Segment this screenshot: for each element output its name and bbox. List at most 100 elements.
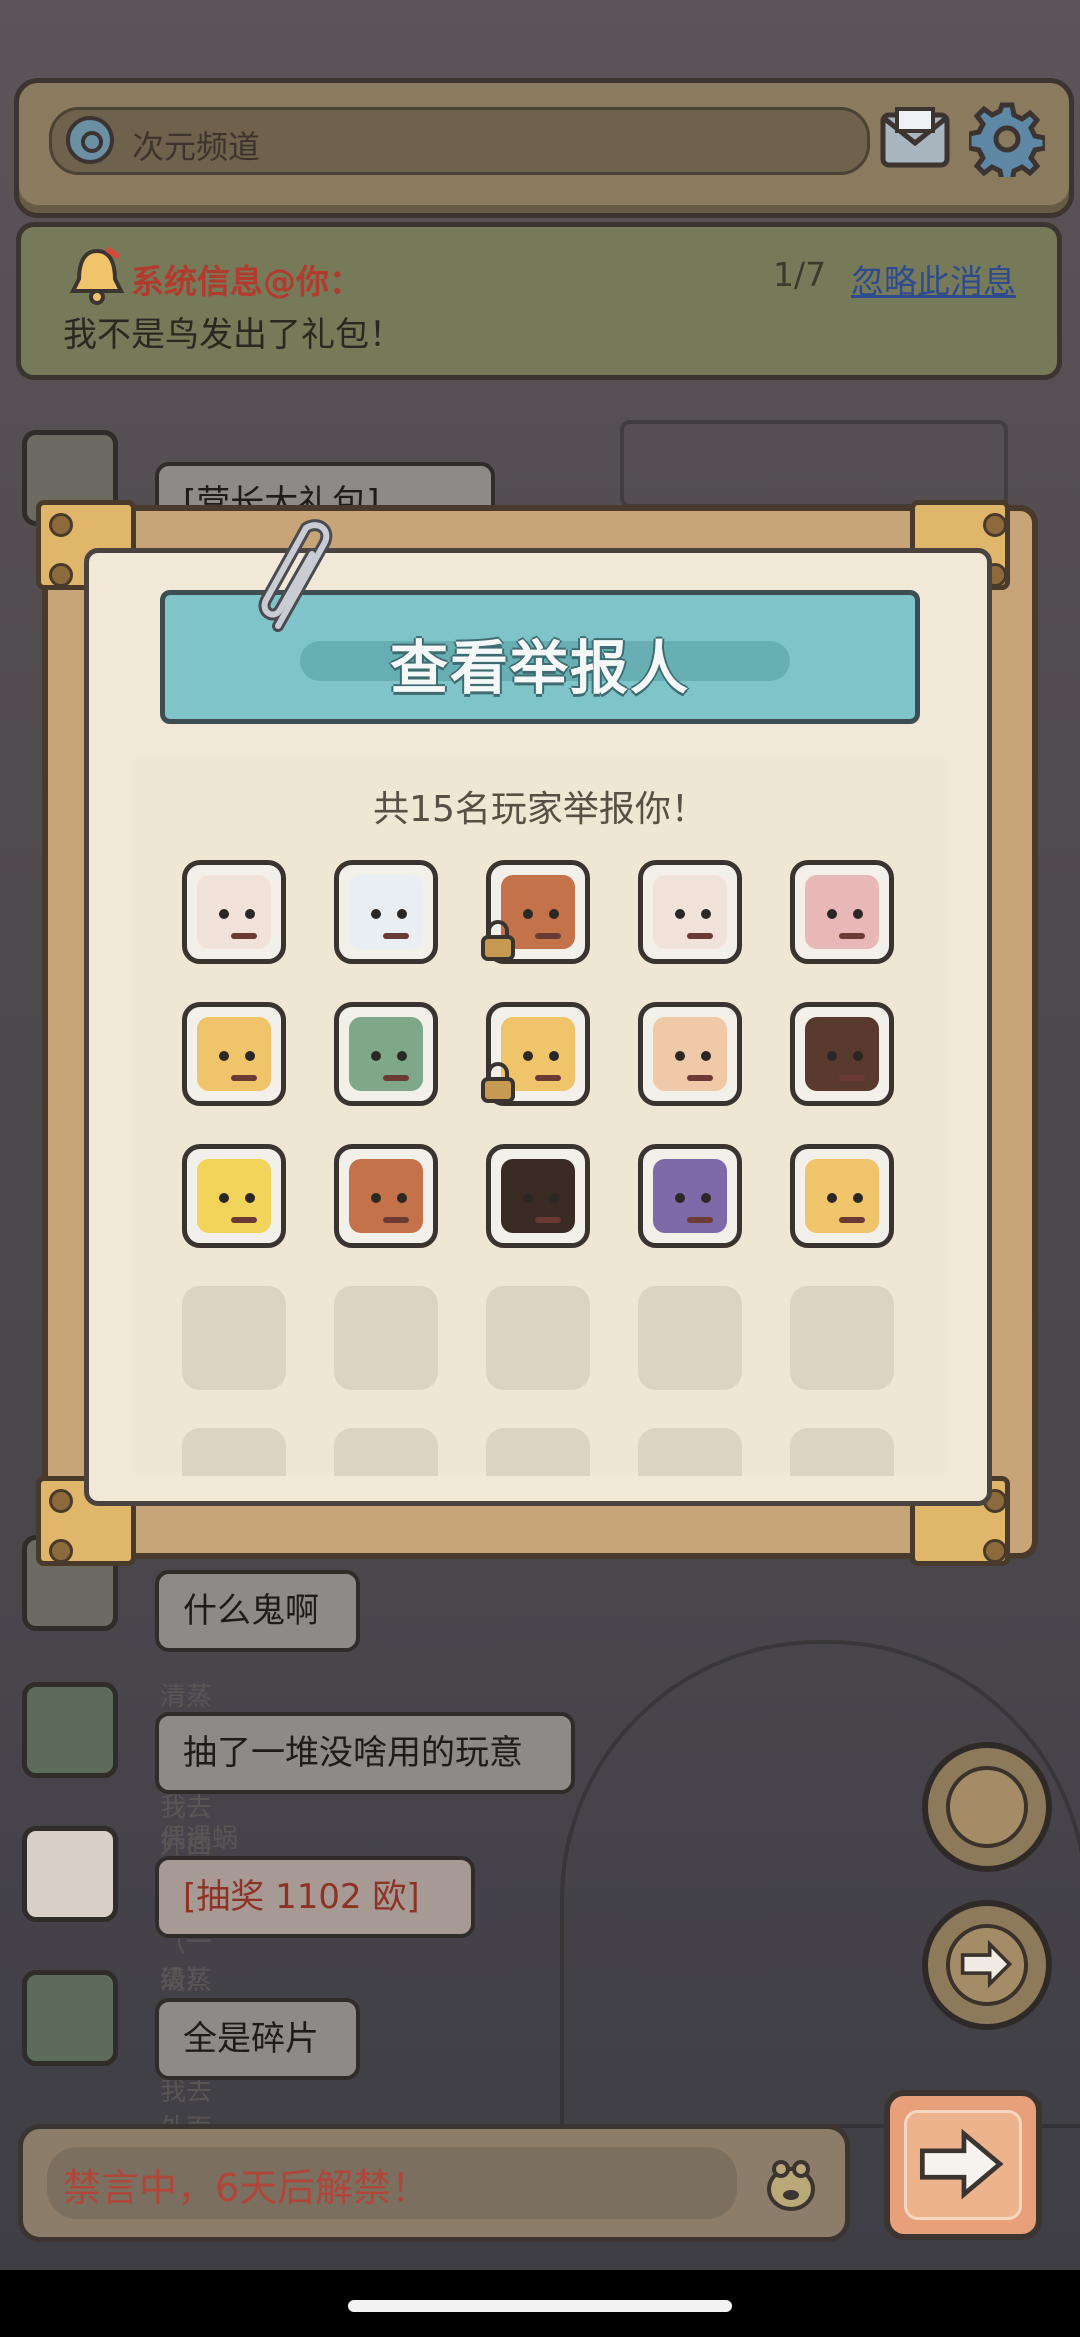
reporter-avatar[interactable] <box>334 1002 438 1106</box>
face-feature <box>853 909 863 919</box>
face-feature <box>397 1193 407 1203</box>
face-feature <box>827 1193 837 1203</box>
face-feature <box>701 909 711 919</box>
face-feature <box>549 909 559 919</box>
chat-input-bar: 禁言中，6天后解禁！ <box>18 2124 850 2242</box>
reporter-avatar[interactable] <box>334 1144 438 1248</box>
face-feature <box>675 1051 685 1061</box>
chat-bubble: 抽了一堆没啥用的玩意 <box>155 1712 575 1794</box>
face-feature <box>535 1217 561 1223</box>
empty-reporter-slot <box>486 1428 590 1476</box>
face-feature <box>245 1051 255 1061</box>
send-arrow-icon <box>904 2110 1022 2220</box>
chat-bubble: 什么鬼啊 <box>155 1570 360 1652</box>
ignore-message-link[interactable]: 忽略此消息 <box>851 255 1016 303</box>
face-feature <box>219 1051 229 1061</box>
face-feature <box>231 933 257 939</box>
bearded-warrior-avatar-icon <box>805 1159 879 1233</box>
face-feature <box>701 1193 711 1203</box>
face-feature <box>827 909 837 919</box>
empty-reporter-slot <box>182 1428 286 1476</box>
empty-reporter-slot <box>182 1286 286 1390</box>
face-feature <box>839 933 865 939</box>
report-count: 共15名玩家举报你！ <box>373 789 707 830</box>
background-machine <box>560 1640 1080 2128</box>
reporter-avatar[interactable] <box>638 860 742 964</box>
reporter-avatar[interactable] <box>638 1144 742 1248</box>
next-button[interactable] <box>922 1900 1052 2030</box>
snail-avatar-icon <box>805 875 879 949</box>
face-feature <box>245 909 255 919</box>
face-feature <box>853 1193 863 1203</box>
empty-reporter-slot <box>638 1428 742 1476</box>
face-feature <box>219 1193 229 1203</box>
channel-selector[interactable]: 次元频道 <box>49 107 870 175</box>
face-feature <box>245 1193 255 1203</box>
system-notification: 系统信息@你： 1/7 忽略此消息 我不是鸟发出了礼包！ <box>16 222 1062 380</box>
blond-man-avatar-icon <box>653 1017 727 1091</box>
white-haired-elf-avatar-icon <box>653 875 727 949</box>
face-feature <box>687 1075 713 1081</box>
face-feature <box>687 1217 713 1223</box>
lock-icon <box>481 920 515 961</box>
portal-icon <box>946 1766 1028 1848</box>
face-feature <box>535 933 561 939</box>
reporter-avatar[interactable] <box>481 1002 590 1106</box>
empty-reporter-slot <box>638 1286 742 1390</box>
face-feature <box>383 1075 409 1081</box>
yellow-chick-avatar-icon <box>197 1159 271 1233</box>
white-haired-girl-avatar-icon <box>349 875 423 949</box>
mute-status: 禁言中，6天后解禁！ <box>63 2166 430 2210</box>
portal-icon <box>66 116 114 164</box>
emoji-icon[interactable] <box>761 2153 821 2213</box>
face-feature <box>675 909 685 919</box>
reporter-avatar[interactable] <box>790 860 894 964</box>
face-feature <box>839 1075 865 1081</box>
avatar[interactable] <box>22 1682 118 1778</box>
portal-button[interactable] <box>922 1742 1052 1872</box>
face-feature <box>853 1051 863 1061</box>
empty-reporter-slot <box>334 1286 438 1390</box>
face-feature <box>549 1193 559 1203</box>
face-feature <box>383 1217 409 1223</box>
message-counter: 1/7 <box>773 255 827 294</box>
chat-bubble: [抽奖 1102 欧] <box>155 1856 475 1938</box>
lock-icon <box>481 1062 515 1103</box>
bell-icon <box>69 246 125 305</box>
mail-icon[interactable] <box>879 105 951 171</box>
face-feature <box>839 1217 865 1223</box>
reporter-avatar[interactable] <box>182 1002 286 1106</box>
face-feature <box>523 1051 533 1061</box>
chat-bubble: 全是碎片 <box>155 1998 360 2080</box>
reporter-avatar[interactable] <box>334 860 438 964</box>
green-dragon-avatar-icon <box>349 1017 423 1091</box>
avatar[interactable] <box>22 1970 118 2066</box>
face-feature <box>523 909 533 919</box>
monkey-avatar-icon <box>349 1159 423 1233</box>
arrow-right-icon <box>946 1924 1028 2006</box>
reporter-avatar[interactable] <box>182 1144 286 1248</box>
reporter-avatar[interactable] <box>790 1002 894 1106</box>
face-feature <box>549 1051 559 1061</box>
face-feature <box>827 1051 837 1061</box>
reporter-avatar[interactable] <box>486 1144 590 1248</box>
channel-name: 次元频道 <box>132 128 261 166</box>
face-feature <box>675 1193 685 1203</box>
reporter-avatar[interactable] <box>790 1144 894 1248</box>
black-haired-girl-avatar-icon <box>501 1159 575 1233</box>
reporter-panel[interactable]: 共15名玩家举报你！ <box>132 756 948 1476</box>
face-feature <box>687 933 713 939</box>
reporter-avatar[interactable] <box>481 860 590 964</box>
reporter-avatar[interactable] <box>182 860 286 964</box>
empty-reporter-slot <box>790 1286 894 1390</box>
background-machine <box>620 420 1008 508</box>
avatar[interactable] <box>22 1826 118 1922</box>
face-feature <box>371 909 381 919</box>
reporter-avatar[interactable] <box>638 1002 742 1106</box>
system-message-body: 我不是鸟发出了礼包！ <box>63 315 403 355</box>
purple-bird-avatar-icon <box>653 1159 727 1233</box>
send-button[interactable] <box>884 2090 1042 2240</box>
face-feature <box>397 1051 407 1061</box>
home-indicator[interactable] <box>348 2300 732 2312</box>
gear-icon[interactable] <box>969 101 1045 177</box>
